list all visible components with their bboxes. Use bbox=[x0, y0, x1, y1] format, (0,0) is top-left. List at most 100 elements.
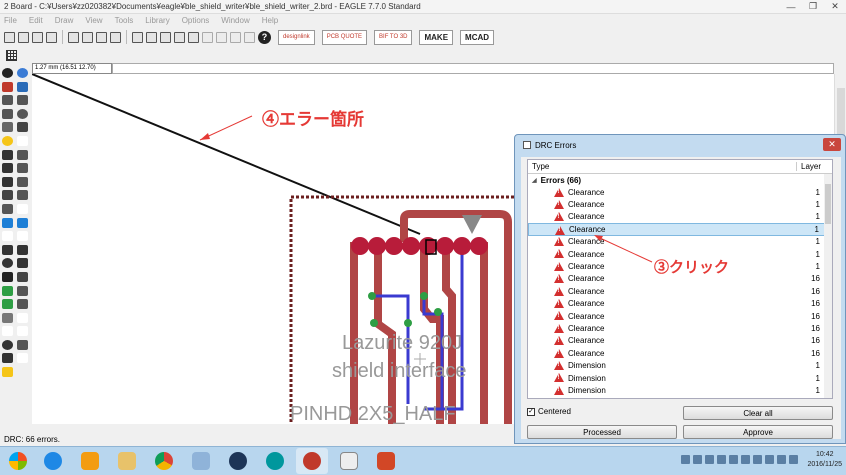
processed-button[interactable]: Processed bbox=[527, 425, 677, 439]
taskbar-paint[interactable] bbox=[185, 448, 217, 474]
print-icon[interactable] bbox=[32, 31, 43, 43]
menu-window[interactable]: Window bbox=[221, 16, 249, 25]
error-row[interactable]: ! Clearance 1 bbox=[528, 223, 832, 236]
tray-icon[interactable] bbox=[753, 455, 762, 464]
tray-icon[interactable] bbox=[765, 455, 774, 464]
cam-icon[interactable] bbox=[46, 31, 57, 43]
circle-icon[interactable] bbox=[2, 258, 13, 269]
taskbar-explorer[interactable] bbox=[111, 448, 143, 474]
error-row[interactable]: ! Dimension 1 bbox=[528, 384, 832, 396]
tray-icon[interactable] bbox=[705, 455, 714, 464]
attribute-icon[interactable] bbox=[17, 299, 28, 310]
taskbar-chrome[interactable] bbox=[148, 448, 180, 474]
help-icon[interactable]: ? bbox=[258, 30, 271, 44]
tray-icon[interactable] bbox=[693, 455, 702, 464]
approve-button[interactable]: Approve bbox=[683, 425, 833, 439]
erc-icon[interactable] bbox=[2, 353, 13, 364]
drc-errors-icon[interactable] bbox=[2, 367, 13, 378]
mcad-button[interactable]: MCAD bbox=[460, 29, 495, 45]
redo-icon[interactable] bbox=[216, 31, 227, 43]
wire-icon[interactable] bbox=[2, 244, 13, 255]
grid-icon[interactable] bbox=[6, 49, 17, 61]
dimension-icon[interactable] bbox=[2, 312, 13, 323]
mirror-icon[interactable] bbox=[2, 108, 13, 119]
meander-icon[interactable] bbox=[2, 203, 13, 214]
split-icon[interactable] bbox=[2, 190, 13, 201]
tray-icon[interactable] bbox=[681, 455, 690, 464]
change-icon[interactable] bbox=[17, 122, 28, 133]
display-icon[interactable] bbox=[2, 81, 13, 92]
go-icon[interactable] bbox=[244, 31, 255, 43]
maximize-button[interactable]: ❐ bbox=[802, 0, 824, 13]
zoom-in-icon[interactable] bbox=[146, 31, 157, 43]
via-icon[interactable] bbox=[2, 285, 13, 296]
menu-edit[interactable]: Edit bbox=[29, 16, 43, 25]
menu-tools[interactable]: Tools bbox=[115, 16, 134, 25]
collapse-triangle-icon[interactable]: ◢ bbox=[532, 177, 537, 184]
taskbar-clock[interactable]: 10:42 2016/11/25 bbox=[807, 450, 842, 470]
smash-icon[interactable] bbox=[17, 176, 28, 187]
name-icon[interactable] bbox=[2, 163, 13, 174]
error-row[interactable]: ! Dimension 1 bbox=[528, 372, 832, 384]
error-row[interactable]: ! Clearance 1 bbox=[528, 236, 832, 248]
centered-checkbox[interactable]: ✓ Centered bbox=[527, 407, 571, 416]
rect-icon[interactable] bbox=[2, 271, 13, 282]
zoom-out-icon[interactable] bbox=[160, 31, 171, 43]
optimize-icon[interactable] bbox=[17, 190, 28, 201]
tray-icon[interactable] bbox=[717, 455, 726, 464]
error-row[interactable]: ! Clearance 16 bbox=[528, 285, 832, 297]
open-icon[interactable] bbox=[4, 31, 15, 43]
taskbar-app[interactable] bbox=[222, 448, 254, 474]
error-group[interactable]: ◢ Errors (66) bbox=[528, 174, 832, 186]
lock-icon[interactable] bbox=[2, 176, 13, 187]
arc-icon[interactable] bbox=[17, 258, 28, 269]
centered-checkbox-box[interactable]: ✓ bbox=[527, 407, 535, 416]
ripup-icon[interactable] bbox=[17, 217, 28, 228]
make-button[interactable]: MAKE bbox=[419, 29, 454, 45]
error-list[interactable]: Type Layer ◢ Errors (66) ! Clearance 1! Cle… bbox=[527, 159, 833, 399]
column-type[interactable]: Type bbox=[528, 162, 796, 171]
error-row[interactable]: ! Clearance 16 bbox=[528, 335, 832, 347]
pcb-quote-button[interactable]: PCB QUOTE bbox=[321, 29, 368, 45]
menu-view[interactable]: View bbox=[85, 16, 102, 25]
tray-icon[interactable] bbox=[741, 455, 750, 464]
undo-icon[interactable] bbox=[202, 31, 213, 43]
schematic-icon[interactable] bbox=[110, 31, 121, 43]
menu-library[interactable]: Library bbox=[145, 16, 169, 25]
autorouter-icon[interactable] bbox=[17, 339, 28, 350]
designlink-button[interactable]: designlink bbox=[278, 29, 315, 45]
route-icon[interactable] bbox=[2, 217, 13, 228]
taskbar-outlook[interactable] bbox=[74, 448, 106, 474]
script-icon[interactable] bbox=[82, 31, 93, 43]
column-layer[interactable]: Layer bbox=[796, 162, 821, 171]
taskbar-ie[interactable] bbox=[37, 448, 69, 474]
paste-icon[interactable] bbox=[2, 135, 13, 146]
mark-icon[interactable] bbox=[17, 81, 28, 92]
zoom-select-icon[interactable] bbox=[188, 31, 199, 43]
dialog-close-button[interactable]: ✕ bbox=[823, 138, 841, 151]
signal-icon[interactable] bbox=[17, 285, 28, 296]
layer-icon[interactable] bbox=[68, 31, 79, 43]
menu-file[interactable]: File bbox=[4, 16, 17, 25]
ratsnest-icon[interactable] bbox=[2, 339, 13, 350]
bif-to-3d-button[interactable]: BIF TO 3D bbox=[374, 29, 413, 45]
taskbar-calendar[interactable] bbox=[333, 448, 365, 474]
list-scrollbar[interactable] bbox=[824, 174, 832, 398]
error-row[interactable]: ! Dimension 1 bbox=[528, 359, 832, 371]
show-icon[interactable] bbox=[17, 68, 28, 78]
taskbar-powerpoint[interactable] bbox=[370, 448, 402, 474]
group-icon[interactable] bbox=[2, 122, 13, 133]
hole-icon[interactable] bbox=[2, 299, 13, 310]
error-row[interactable]: ! Clearance 16 bbox=[528, 298, 832, 310]
error-row[interactable]: ! Clearance 1 bbox=[528, 198, 832, 210]
menu-draw[interactable]: Draw bbox=[55, 16, 74, 25]
stop-icon[interactable] bbox=[230, 31, 241, 43]
tray-icon[interactable] bbox=[729, 455, 738, 464]
menu-options[interactable]: Options bbox=[182, 16, 210, 25]
close-button[interactable]: ✕ bbox=[824, 0, 846, 13]
save-icon[interactable] bbox=[18, 31, 29, 43]
menu-help[interactable]: Help bbox=[262, 16, 278, 25]
tray-icon[interactable] bbox=[789, 455, 798, 464]
zoom-redraw-icon[interactable] bbox=[174, 31, 185, 43]
error-row[interactable]: ! Clearance 16 bbox=[528, 322, 832, 334]
